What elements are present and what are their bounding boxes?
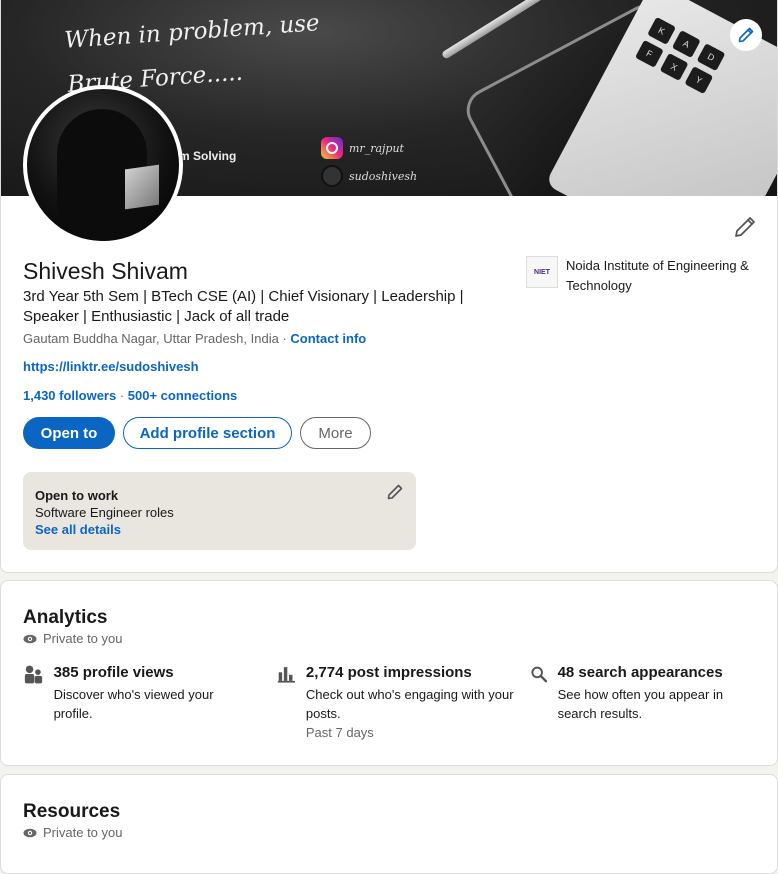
metric-title: 48 search appearances (557, 664, 723, 681)
eye-icon (23, 828, 37, 837)
people-icon (24, 665, 43, 684)
resources-card: Resources Private to you (0, 774, 778, 874)
analytics-title: Analytics (23, 607, 108, 628)
metric-description: See how often you appear in search resul… (557, 687, 724, 721)
pencil-icon (735, 217, 755, 237)
edit-intro-button[interactable] (733, 215, 757, 244)
profile-card: K A F X Y D When in problem, use Brute F… (0, 0, 778, 573)
add-profile-section-button[interactable]: Add profile section (123, 417, 292, 449)
laptop-key: Y (684, 66, 714, 95)
analytics-privacy: Private to you (23, 631, 123, 646)
metric-post-impressions[interactable]: 2,774 post impressions Check out who's e… (277, 663, 517, 742)
eye-icon (23, 634, 37, 643)
privacy-label: Private to you (43, 825, 123, 840)
separator: · (116, 388, 128, 403)
laptop-key: A (671, 30, 701, 59)
banner-instagram: mr_rajput (321, 137, 404, 159)
bar-chart-icon (277, 667, 296, 683)
school-name: Noida Institute of Engineering & Technol… (566, 258, 749, 293)
edit-open-to-work-button[interactable] (387, 484, 403, 505)
metric-description: Check out who's engaging with your posts… (305, 687, 514, 721)
open-to-button[interactable]: Open to (23, 417, 115, 449)
connections-link[interactable]: 500+ connections (128, 388, 237, 403)
avatar[interactable] (23, 85, 183, 245)
profile-name: Shivesh Shivam (23, 258, 188, 284)
followers-link[interactable]: 1,430 followers (23, 388, 116, 403)
laptop-key: K (647, 16, 676, 45)
metric-profile-views[interactable]: 385 profile views Discover who's viewed … (23, 663, 243, 723)
avatar-laptop (125, 164, 159, 210)
laptop-key: F (634, 39, 664, 68)
school-logo: NIET (526, 256, 558, 288)
school-entry[interactable]: NIET Noida Institute of Engineering & Te… (526, 256, 766, 296)
laptop-key: D (696, 43, 726, 72)
open-to-work-roles: Software Engineer roles (35, 505, 174, 520)
contact-info-link[interactable]: Contact info (290, 331, 366, 346)
banner-github: sudoshivesh (321, 165, 417, 187)
more-button[interactable]: More (300, 417, 371, 449)
edit-banner-button[interactable] (730, 19, 762, 51)
website-link[interactable]: https://linktr.ee/sudoshivesh (23, 359, 199, 374)
instagram-icon (321, 137, 343, 159)
metric-note: Past 7 days (305, 725, 374, 740)
metric-title: 385 profile views (53, 664, 174, 681)
profile-headline: 3rd Year 5th Sem | BTech CSE (AI) | Chie… (23, 288, 464, 325)
separator: · (278, 331, 291, 346)
github-handle: sudoshivesh (349, 169, 418, 183)
privacy-label: Private to you (43, 631, 123, 646)
metric-description: Discover who's viewed your profile. (53, 687, 214, 721)
pencil-icon (738, 27, 754, 43)
banner-subtitle: m Solving (179, 149, 237, 163)
laptop-key: X (659, 52, 689, 81)
network-row: 1,430 followers · 500+ connections (23, 388, 237, 403)
search-icon (531, 666, 548, 683)
analytics-card: Analytics Private to you 385 profile vie… (0, 580, 778, 766)
metric-search-appearances[interactable]: 48 search appearances See how often you … (530, 663, 760, 723)
open-to-work-box[interactable]: Open to work Software Engineer roles See… (23, 472, 416, 550)
location: Gautam Buddha Nagar, Uttar Pradesh, Indi… (23, 331, 279, 346)
metric-title: 2,774 post impressions (305, 664, 472, 681)
pencil-icon (387, 484, 403, 500)
resources-privacy: Private to you (23, 825, 123, 840)
see-all-details-link[interactable]: See all details (35, 521, 404, 539)
open-to-work-title: Open to work (35, 488, 119, 503)
location-row: Gautam Buddha Nagar, Uttar Pradesh, Indi… (23, 331, 366, 346)
resources-title: Resources (23, 801, 121, 822)
github-icon (321, 165, 343, 187)
instagram-handle: mr_rajput (349, 141, 404, 155)
